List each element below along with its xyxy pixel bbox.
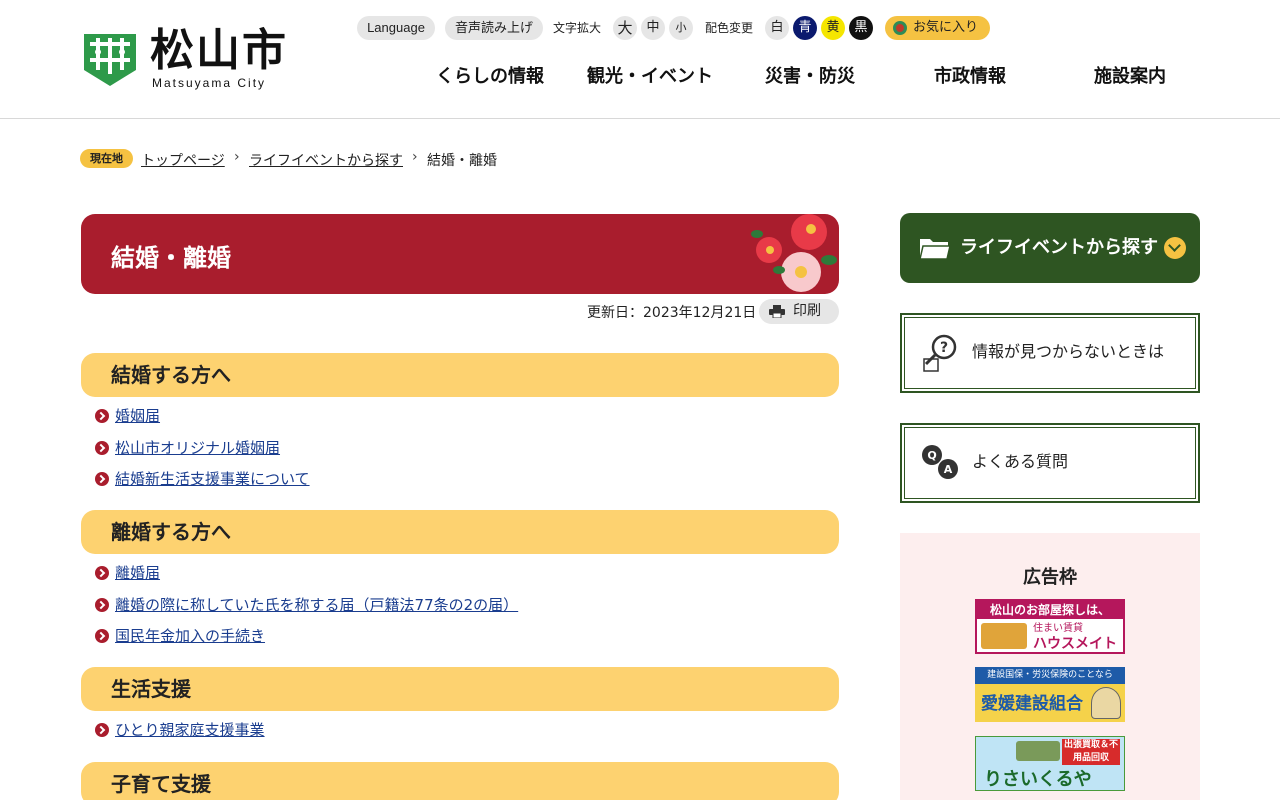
color-yellow-button[interactable]: 黄: [821, 16, 845, 40]
svg-text:A: A: [944, 463, 953, 476]
faq-link[interactable]: Q A よくある質問: [900, 423, 1200, 503]
life-event-label: ライフイベントから探す: [960, 237, 1158, 258]
folder-icon: [920, 239, 950, 259]
updated-date: 更新日：2023年12月21日: [587, 305, 757, 321]
life-event-menu-button[interactable]: ライフイベントから探す: [900, 213, 1200, 283]
ad1-brand: ハウスメイト: [1033, 636, 1117, 652]
svg-text:Q: Q: [927, 449, 936, 462]
matsuyama-emblem-icon: [84, 34, 136, 86]
ad-area: 広告枠 松山のお部屋探しは、 住まい賃貸 ハウスメイト 建設国保・労災保険のこと…: [900, 533, 1200, 800]
language-button[interactable]: Language: [357, 16, 435, 40]
ad1-tagline: 松山のお部屋探しは、: [977, 601, 1123, 619]
nav-disaster-prevention[interactable]: 災害・防災: [730, 62, 890, 92]
ad-banner-housemate[interactable]: 松山のお部屋探しは、 住まい賃貸 ハウスメイト: [975, 599, 1125, 654]
not-found-help-link[interactable]: ? 情報が見つからないときは: [900, 313, 1200, 393]
chevron-right-icon: [95, 441, 109, 455]
breadcrumb-current: 結婚・離婚: [427, 153, 497, 169]
favorite-button[interactable]: お気に入り: [885, 16, 990, 40]
housemate-logo-icon: [981, 623, 1027, 649]
text-size-small-button[interactable]: 小: [669, 16, 693, 40]
breadcrumb-chevron-icon: ›: [412, 149, 418, 165]
favorite-icon: [893, 21, 907, 35]
logo-subtitle: Matsuyama City: [152, 76, 267, 90]
section-heading-divorce: 離婚する方へ: [81, 510, 839, 554]
breadcrumb-chevron-icon: ›: [234, 149, 240, 165]
question-search-icon: ?: [923, 334, 957, 372]
link-newlywed-support[interactable]: 結婚新生活支援事業について: [115, 468, 310, 490]
ad3-brand: りさいくるや: [984, 769, 1092, 790]
read-aloud-button[interactable]: 音声読み上げ: [445, 16, 543, 40]
faq-label: よくある質問: [972, 452, 1069, 471]
favorite-label: お気に入り: [913, 20, 979, 35]
chevron-down-icon: [1164, 237, 1186, 259]
breadcrumb: 現在地 トップページ › ライフイベントから探す › 結婚・離婚: [80, 149, 880, 171]
chevron-right-icon: [95, 409, 109, 423]
section-heading-life-support: 生活支援: [81, 667, 839, 711]
qa-icon: Q A: [922, 445, 958, 479]
site-logo[interactable]: 松山市 Matsuyama City: [80, 28, 290, 92]
text-size-medium-button[interactable]: 中: [641, 16, 665, 40]
ad3-tag: 出張買取＆不用品回収: [1062, 739, 1120, 765]
site-header: 松山市 Matsuyama City Language 音声読み上げ 文字拡大 …: [0, 0, 1280, 119]
ad-banner-ehime-construction[interactable]: 建設国保・労災保険のことなら 愛媛建設組合: [975, 667, 1125, 722]
text-size-large-button[interactable]: 大: [613, 16, 637, 40]
nav-tourism-events[interactable]: 観光・イベント: [570, 62, 730, 92]
text-size-label: 文字拡大: [553, 21, 602, 35]
breadcrumb-top-page[interactable]: トップページ: [141, 150, 225, 170]
chevron-right-icon: [95, 723, 109, 737]
section-heading-childcare-support: 子育て支援: [81, 762, 839, 800]
link-surname-registration[interactable]: 離婚の際に称していた氏を称する届（戸籍法77条の2の届）: [115, 594, 518, 616]
section-heading-marriage: 結婚する方へ: [81, 353, 839, 397]
svg-text:?: ?: [940, 340, 948, 356]
breadcrumb-life-event[interactable]: ライフイベントから探す: [249, 150, 403, 170]
truck-icon: [1016, 741, 1060, 761]
ad2-tagline: 建設国保・労災保険のことなら: [975, 667, 1125, 684]
printer-icon: [769, 305, 785, 318]
page-title: 結婚・離婚: [111, 244, 231, 272]
chevron-right-icon: [95, 598, 109, 612]
chevron-right-icon: [95, 472, 109, 486]
link-divorce-registration[interactable]: 離婚届: [115, 562, 160, 584]
nav-facility-guide[interactable]: 施設案内: [1050, 62, 1210, 92]
not-found-label: 情報が見つからないときは: [972, 342, 1165, 361]
ad1-subtext: 住まい賃貸: [1033, 623, 1083, 634]
link-single-parent-support[interactable]: ひとり親家庭支援事業: [115, 719, 265, 741]
camellia-flowers-icon: [751, 214, 837, 292]
logo-title: 松山市: [150, 25, 288, 76]
link-national-pension[interactable]: 国民年金加入の手続き: [115, 625, 265, 647]
worker-character-icon: [1091, 687, 1121, 719]
link-original-marriage-registration[interactable]: 松山市オリジナル婚姻届: [115, 437, 280, 459]
utility-bar: Language 音声読み上げ 文字拡大 大 中 小 配色変更 白 青 黄 黒 …: [357, 16, 1007, 40]
nav-city-admin[interactable]: 市政情報: [890, 62, 1050, 92]
link-marriage-registration[interactable]: 婚姻届: [115, 405, 160, 427]
ad-area-title: 広告枠: [1023, 567, 1077, 588]
chevron-right-icon: [95, 629, 109, 643]
page-title-banner: 結婚・離婚: [81, 214, 839, 294]
nav-living-info[interactable]: くらしの情報: [410, 62, 570, 92]
ad-banner-recycle[interactable]: 出張買取＆不用品回収 りさいくるや: [975, 736, 1125, 791]
color-black-button[interactable]: 黒: [849, 16, 873, 40]
print-label: 印刷: [793, 303, 821, 319]
color-blue-button[interactable]: 青: [793, 16, 817, 40]
chevron-right-icon: [95, 566, 109, 580]
color-change-label: 配色変更: [705, 21, 754, 35]
print-button[interactable]: 印刷: [759, 299, 839, 324]
global-nav: くらしの情報 観光・イベント 災害・防災 市政情報 施設案内: [410, 62, 1210, 92]
color-white-button[interactable]: 白: [765, 16, 789, 40]
current-location-badge: 現在地: [80, 149, 133, 168]
ad2-brand: 愛媛建設組合: [981, 694, 1083, 714]
